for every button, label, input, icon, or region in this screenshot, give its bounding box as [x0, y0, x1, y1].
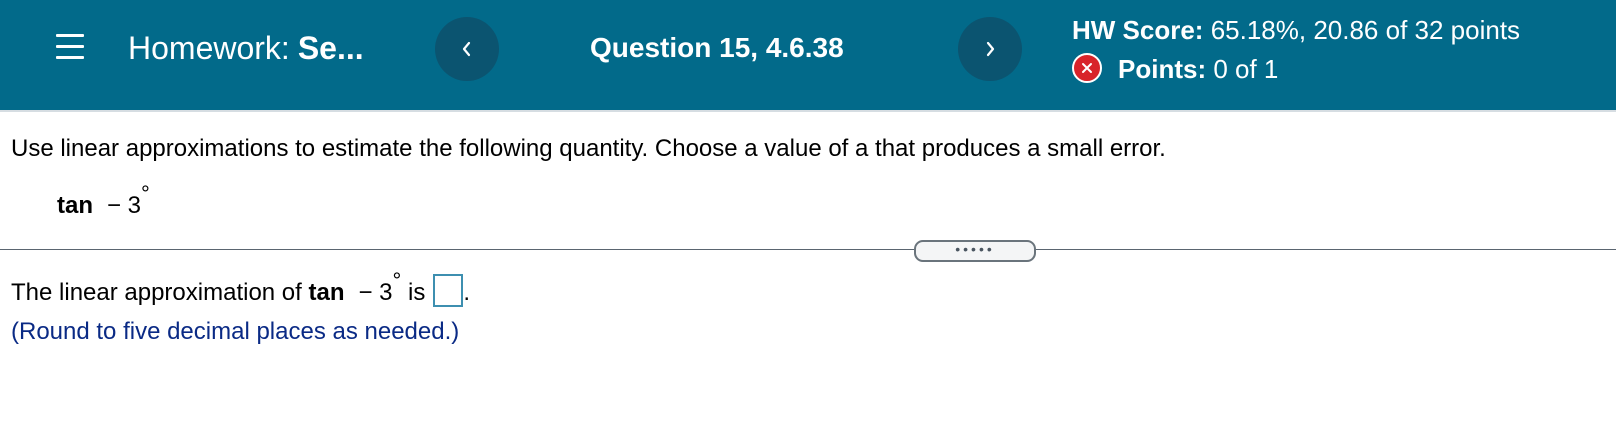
chevron-right-icon — [986, 41, 995, 57]
incorrect-x-icon — [1072, 53, 1102, 83]
answer-period: . — [463, 279, 471, 306]
hw-score-label: HW Score: — [1072, 15, 1204, 45]
points-label: Points: — [1118, 54, 1207, 84]
answer-argument: − 3 — [358, 279, 393, 306]
question-expression: tan − 3° — [57, 181, 150, 223]
answer-statement: The linear approximation of tan − 3° is. — [11, 268, 471, 310]
hw-score-value: 65.18%, 20.86 of 32 points — [1210, 15, 1521, 45]
hamburger-menu-icon[interactable] — [56, 34, 84, 60]
answer-input[interactable] — [433, 274, 464, 308]
question-points: Points: 0 of 1 — [1072, 48, 1278, 87]
expand-collapse-handle[interactable]: ••••• — [914, 240, 1036, 262]
more-dots-icon: ••••• — [955, 241, 995, 257]
homework-name: Se... — [297, 30, 364, 66]
homework-label: Homework: — [128, 30, 290, 66]
question-title: Question 15, 4.6.38 — [590, 32, 844, 63]
degree-symbol: ° — [141, 181, 150, 206]
answer-degree-symbol: ° — [392, 268, 402, 293]
answer-function: tan — [308, 279, 345, 306]
chevron-left-icon — [462, 41, 471, 57]
hw-score: HW Score: 65.18%, 20.86 of 32 points — [1072, 12, 1520, 48]
answer-prefix: The linear approximation of — [11, 279, 302, 306]
answer-is: is — [408, 279, 426, 306]
previous-question-button[interactable] — [435, 17, 499, 81]
top-bar: Homework: Se... Question 15, 4.6.38 HW Sc… — [0, 0, 1616, 110]
question-instruction: Use linear approximations to estimate th… — [11, 135, 1166, 162]
header-divider — [0, 110, 1616, 112]
rounding-hint: (Round to five decimal places as needed.… — [11, 318, 460, 345]
expression-function: tan — [57, 192, 93, 219]
next-question-button[interactable] — [958, 17, 1022, 81]
section-divider — [0, 249, 1616, 250]
homework-title[interactable]: Homework: Se... — [128, 28, 364, 68]
expression-argument: − 3 — [107, 192, 142, 219]
points-value: 0 of 1 — [1213, 54, 1279, 84]
